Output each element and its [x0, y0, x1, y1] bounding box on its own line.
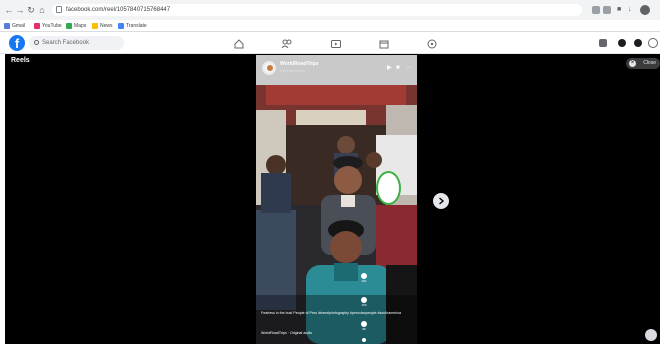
reels-title: Reels	[11, 57, 30, 64]
extension-icon[interactable]	[592, 6, 600, 14]
search-icon	[34, 40, 39, 45]
bookmark-item[interactable]: Maps	[66, 22, 86, 30]
volume-icon[interactable]: ■	[396, 65, 400, 71]
download-icon[interactable]: ↓	[628, 5, 632, 15]
close-button[interactable]: × Close	[626, 58, 660, 69]
forward-icon[interactable]: →	[15, 5, 25, 15]
facebook-header: f Search Facebook	[0, 32, 660, 54]
bookmark-item[interactable]: YouTube	[34, 22, 62, 30]
reel-caption: Fearless in the bus! People of Peru #tra…	[261, 311, 402, 315]
back-icon[interactable]: ←	[4, 5, 14, 15]
audio-label[interactable]: WorldRoadTrips · Original audio	[261, 331, 312, 335]
search-input[interactable]: Search Facebook	[29, 36, 124, 50]
marketplace-icon[interactable]	[378, 37, 390, 49]
more-icon	[362, 338, 366, 342]
channel-subtitle: Original audio	[280, 68, 305, 73]
bookmark-item[interactable]: Gmail	[4, 22, 25, 30]
reload-icon[interactable]: ↻	[26, 5, 36, 15]
menu-icon[interactable]	[599, 39, 607, 47]
lock-icon	[56, 6, 62, 13]
bookmark-item[interactable]: News	[92, 22, 113, 30]
extension-icon[interactable]	[603, 6, 611, 14]
bookmarks-bar: Gmail YouTube Maps News Translate	[0, 20, 660, 32]
gaming-icon[interactable]	[426, 37, 438, 49]
friends-icon[interactable]	[281, 37, 293, 49]
address-url: facebook.com/reel/1057840715768447	[66, 7, 171, 13]
notifications-icon[interactable]	[634, 39, 642, 47]
close-icon: ×	[629, 60, 636, 67]
more-button[interactable]	[359, 338, 369, 342]
address-bar[interactable]: facebook.com/reel/1057840715768447	[52, 4, 582, 16]
chevron-right-icon	[439, 197, 445, 205]
bookmark-item[interactable]: Translate	[118, 22, 147, 30]
click-target-marker	[376, 171, 401, 205]
home-icon[interactable]	[233, 37, 245, 49]
like-button[interactable]: 12K	[359, 273, 369, 283]
browser-toolbar: ← → ↻ ⌂ facebook.com/reel/10578407157684…	[0, 0, 660, 20]
profile-avatar[interactable]	[640, 5, 650, 15]
channel-name[interactable]: WorldRoadTrips	[280, 61, 319, 67]
home-icon[interactable]: ⌂	[37, 5, 47, 15]
reels-viewer: Reels × Close WorldRoadTrips Original au…	[5, 54, 660, 344]
close-label: Close	[643, 60, 656, 66]
messenger-icon[interactable]	[618, 39, 626, 47]
account-avatar[interactable]	[648, 38, 658, 48]
next-reel-button[interactable]	[433, 193, 449, 209]
sound-toggle-button[interactable]	[645, 329, 657, 341]
share-button[interactable]: 98	[359, 321, 369, 331]
watch-icon[interactable]	[330, 37, 342, 49]
play-icon[interactable]: ▶	[387, 65, 392, 71]
more-options-icon[interactable]: ⋯	[406, 65, 412, 71]
search-placeholder: Search Facebook	[42, 40, 90, 46]
facebook-logo[interactable]: f	[9, 35, 25, 51]
puzzle-icon[interactable]: ■	[617, 5, 621, 15]
channel-avatar[interactable]	[262, 61, 276, 75]
comment-button[interactable]: 150	[359, 297, 369, 307]
